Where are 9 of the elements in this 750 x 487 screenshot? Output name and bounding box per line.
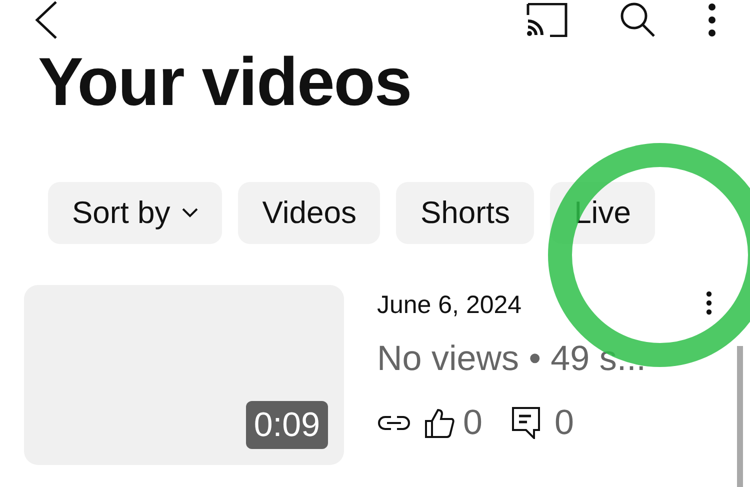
duration-label: 0:09 — [246, 401, 328, 449]
comment-count: 0 — [554, 402, 574, 444]
upload-date: June 6, 2024 — [377, 290, 522, 321]
page-title: Your videos — [38, 48, 412, 118]
sort-dropdown[interactable]: Sort by — [48, 182, 222, 244]
filter-chip[interactable]: Shorts — [396, 182, 534, 244]
like-count: 0 — [463, 402, 482, 444]
video-thumbnail[interactable]: 0:09 — [24, 285, 344, 465]
filter-chip[interactable]: Videos — [238, 182, 380, 244]
